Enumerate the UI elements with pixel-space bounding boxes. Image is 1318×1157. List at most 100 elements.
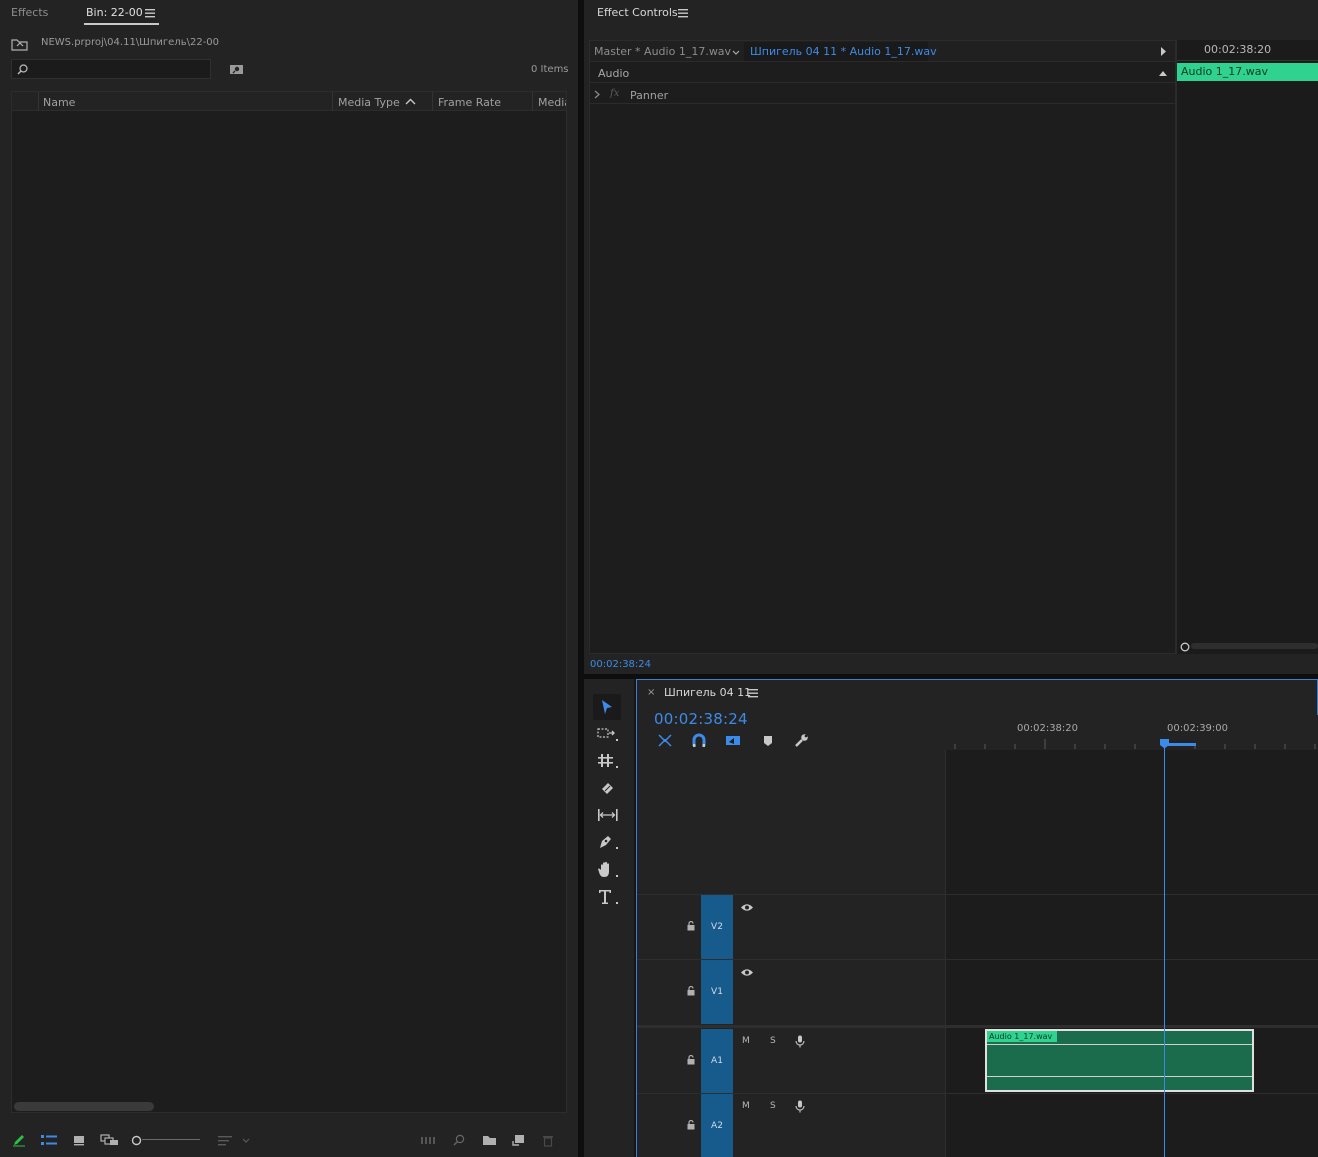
panel-menu-icon[interactable] — [747, 688, 759, 698]
play-triangle-icon[interactable] — [1158, 46, 1168, 56]
pencil-icon[interactable] — [11, 1132, 27, 1148]
ruler-ticks — [954, 739, 1316, 749]
ruler-tick-label: 00:02:38:20 — [1017, 723, 1079, 734]
ec-current-time[interactable]: 00:02:38:24 — [590, 659, 651, 670]
chevron-right-icon[interactable] — [593, 89, 601, 99]
lock-icon[interactable] — [685, 920, 697, 932]
trash-icon[interactable] — [540, 1133, 556, 1147]
chevron-down-icon[interactable] — [731, 48, 741, 56]
timeline-timecode[interactable]: 00:02:38:24 — [654, 710, 748, 728]
clip-waveform-line — [987, 1076, 1252, 1077]
list-view-icon[interactable] — [40, 1132, 58, 1148]
solo-button[interactable]: S — [770, 1101, 776, 1111]
zoom-handle-icon[interactable] — [1179, 641, 1191, 653]
sequence-clip-label[interactable]: Шпигель 04 11 * Audio 1_17.wav — [750, 45, 937, 58]
lock-icon[interactable] — [685, 1054, 697, 1066]
timeline-ruler[interactable]: 00:02:38:20 00:02:39:00 — [945, 715, 1318, 750]
lock-icon[interactable] — [685, 985, 697, 997]
master-clip-label[interactable]: Master * Audio 1_17.wav — [594, 45, 731, 58]
fx-badge-icon[interactable]: fx — [610, 88, 619, 99]
mute-button[interactable]: M — [742, 1036, 750, 1046]
microphone-icon[interactable] — [794, 1034, 806, 1048]
microphone-icon[interactable] — [794, 1099, 806, 1113]
audio-section-header[interactable]: Audio — [590, 63, 1175, 83]
track-header-a2[interactable] — [637, 1093, 945, 1157]
solo-button[interactable]: S — [770, 1036, 776, 1046]
effect-controls-list: Master * Audio 1_17.wav Шпигель 04 11 * … — [589, 40, 1176, 654]
tab-bin[interactable]: Bin: 22-00 — [86, 6, 143, 19]
eye-visibility-icon[interactable] — [739, 901, 755, 913]
track-label-a2[interactable]: A2 — [701, 1094, 733, 1157]
column-frame-rate[interactable]: Frame Rate — [438, 96, 501, 109]
automate-to-sequence-icon[interactable] — [419, 1133, 437, 1147]
column-name[interactable]: Name — [43, 96, 75, 109]
zoom-slider-handle[interactable] — [130, 1134, 142, 1146]
track-header-a1[interactable] — [637, 1028, 945, 1093]
effect-controls-title[interactable]: Effect Controls — [597, 6, 678, 19]
tab-effects[interactable]: Effects — [11, 6, 48, 19]
linked-selection-icon[interactable] — [724, 732, 742, 749]
playhead-line[interactable] — [1164, 744, 1165, 1157]
sort-icon[interactable] — [217, 1133, 233, 1147]
collapse-up-icon[interactable] — [1158, 69, 1168, 77]
search-field[interactable] — [11, 59, 211, 79]
tools-panel — [584, 679, 634, 1157]
type-tool-icon[interactable] — [596, 887, 620, 905]
track-label-v1[interactable]: V1 — [701, 960, 733, 1024]
chevron-down-icon[interactable] — [241, 1135, 251, 1145]
track-area-empty — [945, 750, 1318, 894]
icon-view-icon[interactable] — [71, 1132, 87, 1148]
mute-button[interactable]: M — [742, 1101, 750, 1111]
track-label-v2[interactable]: V2 — [701, 895, 733, 959]
freeform-view-icon[interactable] — [99, 1132, 119, 1148]
folder-up-icon[interactable] — [10, 37, 28, 51]
effect-controls-timeline[interactable]: 00:02:38:20 — [1176, 40, 1318, 654]
track-label-a1[interactable]: A1 — [701, 1029, 733, 1093]
ec-zoom-scrollbar[interactable] — [1191, 643, 1318, 649]
column-media-type[interactable]: Media Type — [338, 96, 400, 109]
find-icon[interactable] — [228, 62, 244, 75]
sort-ascending-icon[interactable] — [404, 97, 416, 106]
eye-visibility-icon[interactable] — [739, 966, 755, 978]
lock-icon[interactable] — [685, 1119, 697, 1131]
track-area-a2[interactable] — [945, 1093, 1318, 1157]
panel-menu-icon[interactable] — [677, 8, 689, 18]
track-header-v2[interactable] — [637, 894, 945, 959]
effect-row-panner[interactable]: fx Panner — [590, 84, 1175, 104]
zoom-slider-track[interactable] — [142, 1139, 200, 1140]
horizontal-scrollbar[interactable] — [14, 1102, 154, 1111]
clip-waveform-line — [987, 1044, 1252, 1045]
wrench-settings-icon[interactable] — [792, 732, 810, 749]
bin-list-view[interactable]: Name Media Type Frame Rate Media — [11, 91, 567, 1113]
ruler-tick-label: 00:02:39:00 — [1167, 723, 1229, 734]
new-item-icon[interactable] — [510, 1133, 526, 1147]
find-search-icon[interactable] — [451, 1133, 467, 1147]
track-area-v1[interactable] — [945, 959, 1318, 1025]
search-icon — [16, 63, 28, 75]
nest-sequence-icon[interactable] — [656, 732, 674, 749]
panel-menu-icon[interactable] — [144, 8, 156, 18]
ripple-edit-tool-icon[interactable] — [596, 752, 620, 770]
column-header-row: Name Media Type Frame Rate Media — [12, 92, 566, 111]
ec-clip-bar[interactable]: Audio 1_17.wav — [1177, 63, 1318, 81]
column-divider — [38, 92, 39, 111]
bin-path: NEWS.prproj\04.11\Шпигель\22-00 — [41, 37, 220, 48]
track-select-tool-icon[interactable] — [596, 725, 620, 743]
slip-tool-icon[interactable] — [596, 806, 620, 824]
column-divider — [532, 92, 533, 111]
selection-tool-icon[interactable] — [597, 698, 617, 716]
razor-tool-icon[interactable] — [597, 779, 617, 797]
audio-clip[interactable]: Audio 1_17.wav — [985, 1029, 1254, 1092]
audio-section-label: Audio — [598, 67, 630, 80]
track-area-v2[interactable] — [945, 894, 1318, 959]
track-header-empty — [637, 750, 945, 894]
column-media[interactable]: Media — [538, 96, 566, 109]
pen-tool-icon[interactable] — [596, 833, 620, 851]
snap-magnet-icon[interactable] — [690, 732, 708, 749]
hand-tool-icon[interactable] — [596, 860, 620, 878]
track-header-v1[interactable] — [637, 959, 945, 1025]
new-bin-icon[interactable] — [480, 1133, 498, 1147]
sequence-tab[interactable]: Шпигель 04 11 — [664, 686, 751, 699]
close-sequence-icon[interactable]: × — [647, 687, 655, 698]
add-marker-icon[interactable] — [760, 733, 776, 749]
